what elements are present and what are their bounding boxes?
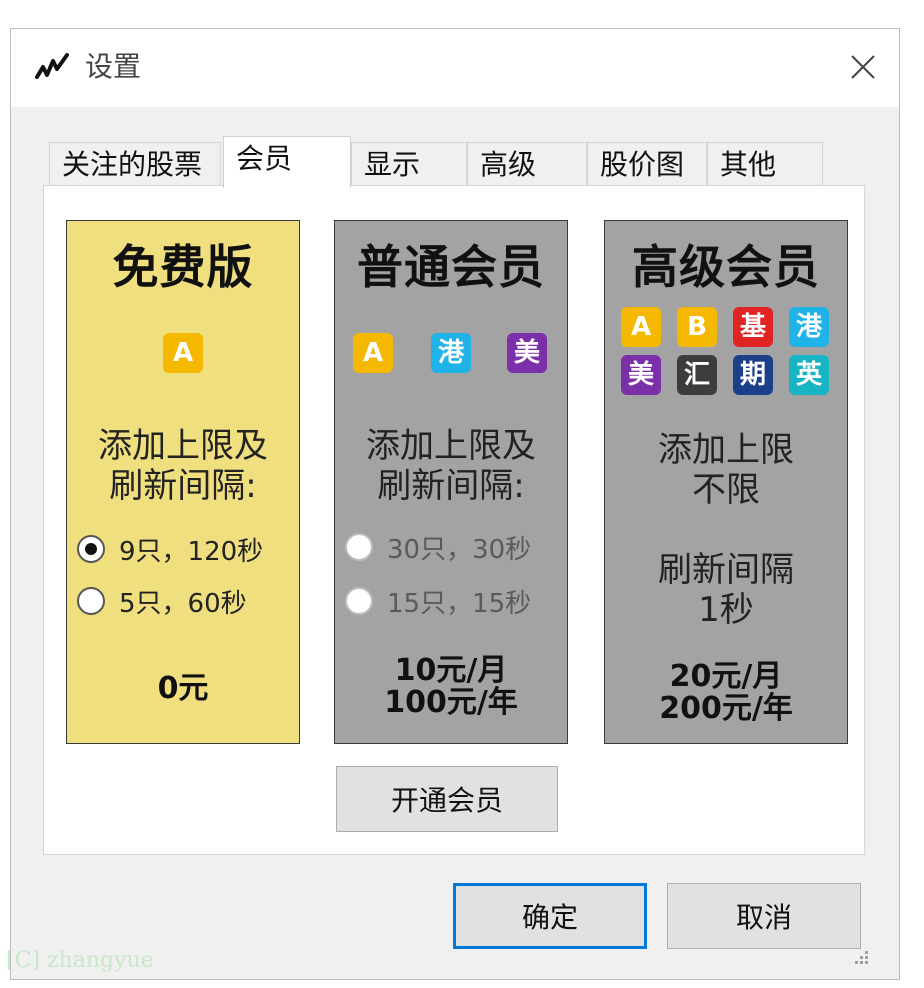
window-title: 设置: [85, 50, 142, 83]
standard-plan-card: 普通会员 A 港 美 添加上限及 刷新间隔: 30只，30秒 15只，15秒 1…: [334, 220, 568, 744]
limit-text-line1: 添加上限及: [98, 426, 268, 466]
limit-text-line1: 添加上限: [658, 430, 794, 470]
badge-a-share-icon: A: [621, 307, 661, 347]
price-monthly: 10元/月: [394, 653, 508, 688]
option-15-stocks[interactable]: 15只，15秒: [345, 583, 531, 619]
badge-hk-icon: 港: [789, 307, 829, 347]
option-9-stocks[interactable]: 9只，120秒: [77, 531, 263, 567]
premium-plan-card: 高级会员 A B 基 港 美 汇 期 英 添加上限 不限 刷新间隔 1秒 20元…: [604, 220, 848, 744]
plan-title: 普通会员: [357, 240, 545, 294]
badge-hk-icon: 港: [431, 333, 471, 373]
plan-title: 免费版: [112, 240, 254, 294]
tab-watchlist[interactable]: 关注的股票: [49, 142, 221, 186]
watermark: [C] zhangyue: [6, 948, 154, 973]
option-label: 5只，60秒: [119, 588, 247, 619]
close-icon: [851, 55, 875, 79]
radio-button[interactable]: [345, 587, 373, 615]
close-button[interactable]: [841, 47, 885, 87]
title-bar: 设置: [11, 29, 899, 107]
radio-button[interactable]: [77, 587, 105, 615]
limit-text-line1: 添加上限及: [366, 426, 536, 466]
settings-dialog: 设置 关注的股票 会员 显示 高级 股价图 其他 免费版 A 添加上限及 刷新间…: [10, 28, 900, 980]
cancel-button[interactable]: 取消: [667, 883, 861, 949]
tab-other[interactable]: 其他: [707, 142, 823, 186]
badge-b-share-icon: B: [677, 307, 717, 347]
radio-button[interactable]: [77, 535, 105, 563]
refresh-text-line1: 刷新间隔: [658, 550, 794, 590]
limit-text-line2: 不限: [692, 470, 760, 510]
tab-advanced[interactable]: 高级: [467, 142, 587, 186]
refresh-text-line2: 1秒: [698, 590, 754, 630]
price-yearly: 100元/年: [384, 685, 518, 720]
radio-button[interactable]: [345, 533, 373, 561]
price-text: 0元: [157, 671, 209, 706]
membership-panel: 免费版 A 添加上限及 刷新间隔: 9只，120秒 5只，60秒 0元 普通会员…: [43, 185, 865, 855]
limit-text-line2: 刷新间隔:: [109, 466, 257, 506]
badge-uk-icon: 英: [789, 355, 829, 395]
resize-grip-icon[interactable]: [851, 949, 869, 967]
badge-a-share-icon: A: [353, 333, 393, 373]
price-monthly: 20元/月: [669, 659, 783, 694]
badge-us-icon: 美: [621, 355, 661, 395]
tab-display[interactable]: 显示: [351, 142, 467, 186]
badge-a-share-icon: A: [163, 333, 203, 373]
option-label: 30只，30秒: [387, 534, 532, 565]
badge-forex-icon: 汇: [677, 355, 717, 395]
option-5-stocks[interactable]: 5只，60秒: [77, 583, 247, 619]
option-label: 9只，120秒: [119, 536, 264, 567]
free-plan-card: 免费版 A 添加上限及 刷新间隔: 9只，120秒 5只，60秒 0元: [66, 220, 300, 744]
tab-bar: 关注的股票 会员 显示 高级 股价图 其他: [49, 136, 839, 188]
limit-text-line2: 刷新间隔:: [377, 466, 525, 506]
tab-stock-chart[interactable]: 股价图: [587, 142, 707, 186]
activate-membership-button[interactable]: 开通会员: [336, 766, 558, 832]
stock-chart-icon: [35, 53, 69, 79]
option-30-stocks[interactable]: 30只，30秒: [345, 529, 531, 565]
tab-membership[interactable]: 会员: [223, 136, 351, 188]
badge-futures-icon: 期: [733, 355, 773, 395]
price-yearly: 200元/年: [659, 691, 793, 726]
plan-title: 高级会员: [632, 240, 820, 294]
badge-fund-icon: 基: [733, 307, 773, 347]
option-label: 15只，15秒: [387, 588, 532, 619]
ok-button[interactable]: 确定: [453, 883, 647, 949]
badge-us-icon: 美: [507, 333, 547, 373]
